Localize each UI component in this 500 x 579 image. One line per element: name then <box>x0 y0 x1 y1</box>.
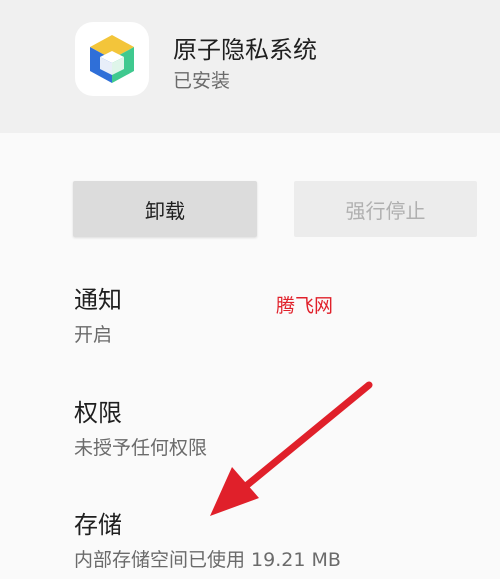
setting-title: 权限 <box>74 399 122 427</box>
app-header: 原子隐私系统 已安装 <box>0 0 500 133</box>
setting-permissions[interactable]: 权限 未授予任何权限 <box>74 393 474 467</box>
setting-subtitle: 内部存储空间已使用 19.21 MB <box>74 549 341 571</box>
watermark-text: 腾飞网 <box>276 295 334 317</box>
app-name: 原子隐私系统 <box>173 36 317 64</box>
setting-title: 通知 <box>74 286 122 314</box>
app-install-status: 已安装 <box>173 70 231 92</box>
cube-app-icon <box>90 35 134 83</box>
setting-subtitle: 开启 <box>74 324 113 346</box>
force-stop-button[interactable]: 强行停止 <box>294 181 477 237</box>
uninstall-button[interactable]: 卸载 <box>73 181 257 237</box>
setting-subtitle: 未授予任何权限 <box>74 437 208 459</box>
app-icon <box>75 22 149 96</box>
setting-storage[interactable]: 存储 内部存储空间已使用 19.21 MB <box>74 505 474 579</box>
setting-notifications[interactable]: 通知 开启 <box>74 280 474 354</box>
setting-title: 存储 <box>74 511 122 539</box>
